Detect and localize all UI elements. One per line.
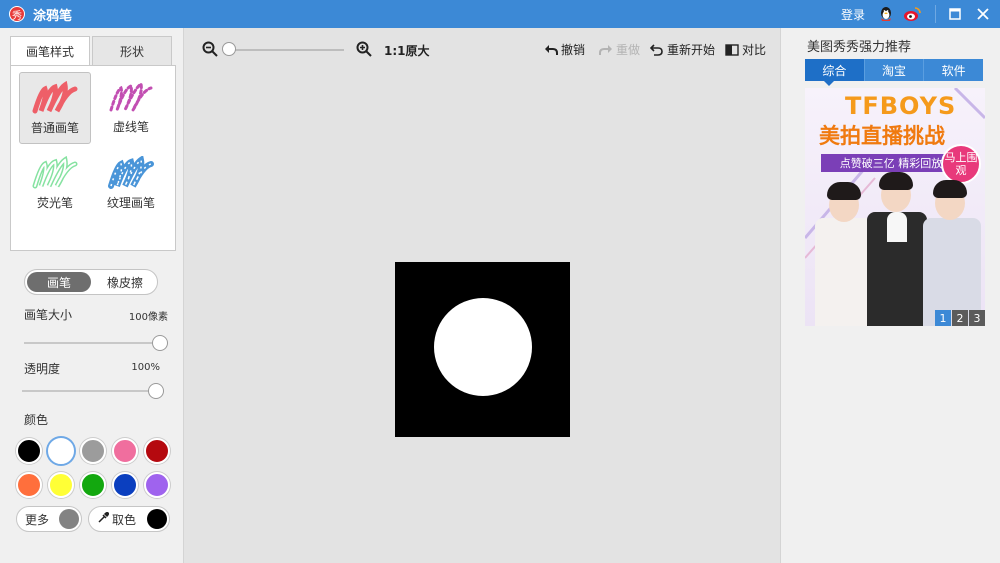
close-icon[interactable] <box>972 3 994 25</box>
title-separator <box>935 5 936 23</box>
ad-headline-1: TFBOYS <box>845 92 957 120</box>
undo-label: 撤销 <box>561 43 586 57</box>
color-swatch[interactable] <box>48 438 74 464</box>
brush-texture-label: 纹理画笔 <box>106 196 155 210</box>
color-swatch[interactable] <box>144 438 170 464</box>
recommend-tabs: 综合 淘宝 软件 <box>805 59 983 81</box>
undo-button[interactable]: 撤销 <box>544 41 585 58</box>
more-colors-label: 更多 <box>25 512 50 527</box>
brush-eraser-toggle: 画笔 橡皮擦 <box>24 269 158 295</box>
normal-brush-icon <box>32 81 78 114</box>
zoom-slider-knob[interactable] <box>222 42 236 56</box>
brush-dashed[interactable]: 虚线笔 <box>95 72 167 144</box>
eyedropper-icon <box>97 511 110 527</box>
texture-brush-icon <box>108 156 154 189</box>
compare-icon <box>725 43 739 56</box>
opacity-label: 透明度 <box>24 362 61 376</box>
color-swatch[interactable] <box>144 472 170 498</box>
brush-style-panel: 普通画笔 虚线笔 荧光笔 纹理画笔 <box>10 65 176 251</box>
color-swatch[interactable] <box>80 472 106 498</box>
brush-normal[interactable]: 普通画笔 <box>19 72 91 144</box>
color-label: 颜色 <box>24 413 49 427</box>
restart-icon <box>650 43 663 56</box>
highlighter-brush-icon <box>32 156 78 189</box>
tab-software[interactable]: 软件 <box>924 59 983 81</box>
compare-button[interactable]: 对比 <box>725 41 766 58</box>
original-size-button[interactable]: 1:1原大 <box>384 42 430 59</box>
color-swatch[interactable] <box>112 438 138 464</box>
restart-label: 重新开始 <box>667 43 716 57</box>
ad-banner[interactable]: TFBOYS 美拍直播挑战 点赞破三亿 精彩回放 马上围观 1 2 3 <box>805 88 985 326</box>
redo-icon <box>599 44 612 55</box>
window-title: 涂鸦笔 <box>33 8 73 24</box>
color-swatch[interactable] <box>80 438 106 464</box>
tab-taobao[interactable]: 淘宝 <box>865 59 925 81</box>
brush-texture[interactable]: 纹理画笔 <box>95 148 167 220</box>
color-picker-label: 取色 <box>112 512 137 527</box>
canvas-toolbar: 1:1原大 撤销 重做 重新开始 对比 <box>184 28 780 68</box>
brush-size-value: 100像素 <box>128 312 168 323</box>
brush-highlighter[interactable]: 荧光笔 <box>19 148 91 220</box>
tab-shape[interactable]: 形状 <box>92 36 172 66</box>
ad-headline-2: 美拍直播挑战 <box>819 124 945 148</box>
color-swatch[interactable] <box>112 472 138 498</box>
restart-button[interactable]: 重新开始 <box>650 41 715 58</box>
color-swatch[interactable] <box>16 438 42 464</box>
redo-label: 重做 <box>616 43 641 57</box>
ad-page-2[interactable]: 2 <box>952 310 968 326</box>
maximize-icon[interactable] <box>944 3 966 25</box>
left-panel: 画笔样式 形状 普通画笔 虚线笔 荧光笔 纹理画笔 画笔 橡皮擦 画笔大小 10… <box>0 28 184 563</box>
undo-icon <box>545 44 558 55</box>
weibo-icon[interactable] <box>903 5 921 23</box>
canvas-area: 1:1原大 撤销 重做 重新开始 对比 <box>184 28 780 563</box>
compare-label: 对比 <box>742 43 767 57</box>
brush-tabs: 画笔样式 形状 <box>10 36 174 67</box>
login-link[interactable]: 登录 <box>841 6 865 23</box>
app-logo: 秀 <box>9 6 25 22</box>
drawing-canvas[interactable] <box>395 262 570 437</box>
title-bar: 秀 涂鸦笔 登录 <box>0 0 1000 28</box>
opacity-value: 100% <box>131 362 160 373</box>
ad-page-1[interactable]: 1 <box>935 310 951 326</box>
color-swatch[interactable] <box>48 472 74 498</box>
right-panel: 美图秀秀强力推荐 综合 淘宝 软件 TFBOYS 美拍直播挑战 点赞破三亿 精彩… <box>780 28 1000 563</box>
ad-page-3[interactable]: 3 <box>969 310 985 326</box>
tab-general[interactable]: 综合 <box>805 59 865 81</box>
brush-mode-button[interactable]: 画笔 <box>27 272 91 292</box>
qq-icon[interactable] <box>877 5 895 23</box>
more-colors-swatch <box>59 509 79 529</box>
zoom-out-icon[interactable] <box>202 41 218 57</box>
drawn-white-circle <box>434 298 532 396</box>
redo-button[interactable]: 重做 <box>599 41 640 58</box>
brush-size-label: 画笔大小 <box>24 308 73 322</box>
opacity-knob[interactable] <box>148 383 164 399</box>
eraser-mode-button[interactable]: 橡皮擦 <box>93 270 157 294</box>
opacity-slider[interactable] <box>22 383 164 399</box>
brush-size-slider[interactable] <box>24 335 168 351</box>
brush-size-knob[interactable] <box>152 335 168 351</box>
brush-normal-label: 普通画笔 <box>30 121 79 135</box>
ad-strip: 点赞破三亿 精彩回放 <box>821 154 961 172</box>
zoom-in-icon[interactable] <box>356 41 372 57</box>
tab-brush-style[interactable]: 画笔样式 <box>10 36 90 67</box>
zoom-slider[interactable] <box>226 49 344 51</box>
brush-highlighter-label: 荧光笔 <box>36 196 73 210</box>
brush-dashed-label: 虚线笔 <box>112 120 149 134</box>
color-swatch[interactable] <box>16 472 42 498</box>
picked-color-swatch <box>147 509 167 529</box>
more-colors-button[interactable]: 更多 <box>16 506 82 532</box>
ad-badge[interactable]: 马上围观 <box>941 144 981 184</box>
active-tab-caret <box>824 81 834 86</box>
color-picker-button[interactable]: 取色 <box>88 506 170 532</box>
ad-pager: 1 2 3 <box>934 310 985 326</box>
recommend-title: 美图秀秀强力推荐 <box>807 40 912 55</box>
dashed-brush-icon <box>109 81 153 112</box>
